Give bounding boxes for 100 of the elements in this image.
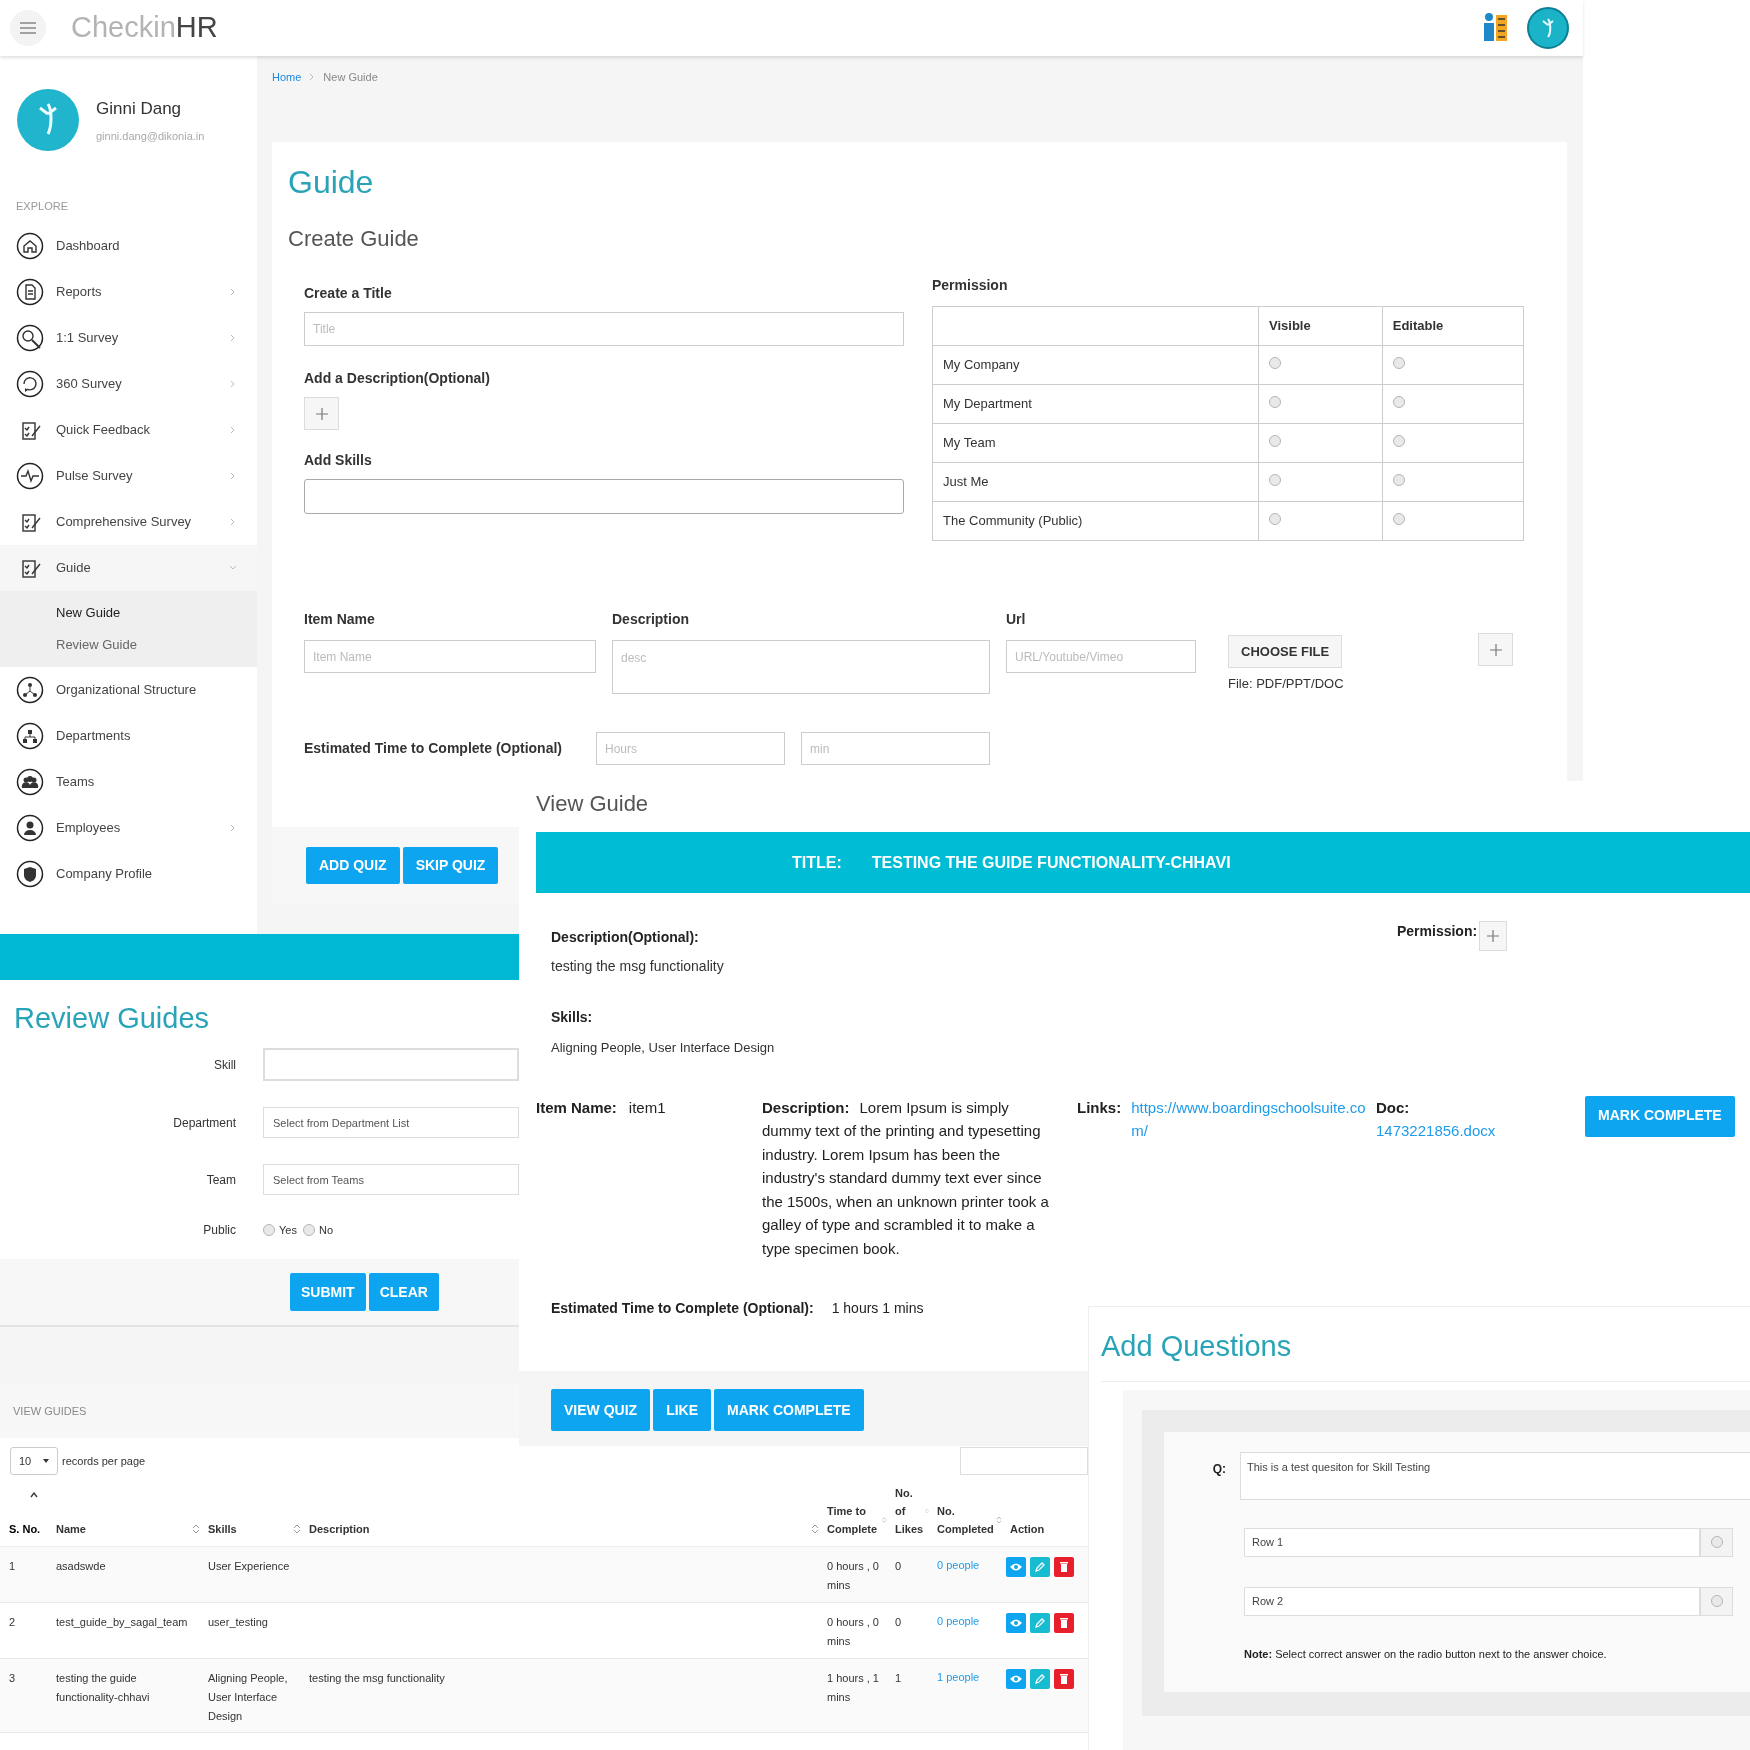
description-field[interactable]: desc — [612, 640, 990, 694]
minutes-field[interactable]: min — [801, 732, 990, 765]
sidebar-item[interactable]: Organizational Structure — [0, 666, 257, 713]
chevron-right-icon — [229, 471, 237, 480]
person-icon — [16, 813, 44, 842]
caret-down-icon — [43, 1459, 49, 1463]
item-name: item1 — [628, 1097, 666, 1118]
chevron-right-icon — [229, 287, 237, 296]
column-header[interactable]: Skills — [208, 1520, 237, 1538]
hours-field[interactable]: Hours — [596, 732, 785, 765]
column-header[interactable]: Description — [309, 1520, 370, 1538]
sidebar-label: Teams — [56, 772, 96, 791]
sidebar-item[interactable]: Pulse Survey — [0, 452, 257, 499]
delete-button[interactable] — [1054, 1613, 1074, 1633]
edit-button[interactable] — [1030, 1613, 1050, 1633]
guide-title: TESTING THE GUIDE FUNCTIONALITY-CHHAVI — [871, 852, 1231, 873]
add-button[interactable] — [1478, 633, 1513, 666]
edit-button[interactable] — [1030, 1669, 1050, 1689]
radio-button[interactable] — [1710, 1595, 1723, 1607]
column-header[interactable]: Time to Complete — [827, 1502, 881, 1538]
shield-icon — [16, 859, 44, 888]
table-cell: Aligning People, User Interface Design — [204, 1658, 305, 1733]
section-title: View Guide — [536, 790, 650, 818]
title-field[interactable]: Title — [304, 312, 904, 346]
url-field[interactable]: URL/Youtube/Vimeo — [1006, 640, 1196, 673]
avatar-icon — [1527, 7, 1569, 49]
sidebar-item[interactable]: Departments — [0, 712, 257, 759]
column-header[interactable]: Name — [56, 1520, 86, 1538]
answer-field[interactable]: Row 1 — [1244, 1527, 1700, 1557]
radio-button[interactable] — [1269, 396, 1281, 409]
column-header[interactable]: Action — [1010, 1520, 1045, 1538]
view-button[interactable] — [1006, 1613, 1026, 1633]
radio-button[interactable] — [1392, 474, 1405, 487]
sidebar-item[interactable]: Comprehensive Survey — [0, 498, 257, 545]
add-button[interactable] — [1479, 921, 1508, 951]
chevron-right-icon — [229, 823, 237, 832]
table-cell: 0 hours , 0 mins — [823, 1546, 891, 1603]
submenu-item[interactable]: Review Guide — [0, 628, 257, 661]
radio-button[interactable] — [1269, 513, 1281, 526]
trash-icon — [1060, 1562, 1068, 1572]
sidebar-item[interactable]: Reports — [0, 268, 257, 315]
sidebar-item[interactable]: Dashboard — [0, 222, 257, 269]
item-name-field[interactable]: Item Name — [304, 640, 596, 673]
page-title: Guide — [288, 163, 375, 202]
dropdown[interactable]: Select from Department List — [263, 1107, 519, 1139]
edit-button[interactable] — [1030, 1557, 1050, 1577]
field-label: Url — [1006, 610, 1027, 629]
trash-icon — [1060, 1618, 1068, 1628]
radio-button[interactable] — [1269, 357, 1281, 370]
radio-button[interactable] — [263, 1224, 275, 1237]
section-label: EXPLORE — [15, 199, 69, 214]
skills-field[interactable] — [304, 479, 904, 514]
table-cell: asadswde — [52, 1546, 204, 1603]
note-text: Note: Select correct answer on the radio button next to the answer choice. — [1244, 1646, 1608, 1662]
question-field[interactable]: This is a test quesiton for Skill Testing — [1240, 1451, 1750, 1500]
dropdown[interactable]: Select from Teams — [263, 1164, 519, 1196]
page-size-dropdown[interactable]: 10 — [10, 1447, 58, 1475]
sidebar-item[interactable]: Teams — [0, 758, 257, 805]
column-header[interactable]: No. of Likes — [895, 1484, 924, 1538]
answer-field[interactable]: Row 2 — [1244, 1586, 1700, 1616]
answer-radio[interactable] — [1700, 1527, 1733, 1557]
radio-button[interactable] — [302, 1224, 315, 1237]
sidebar-item[interactable]: Company Profile — [0, 850, 257, 897]
radio-button[interactable] — [1392, 357, 1405, 370]
submenu-item[interactable]: New Guide — [0, 596, 257, 629]
view-button[interactable] — [1006, 1669, 1026, 1689]
radio-button[interactable] — [1392, 513, 1405, 526]
column-header[interactable]: S. No. — [9, 1520, 41, 1538]
choose-file-button[interactable]: CHOOSE FILE — [1228, 635, 1343, 668]
title-label: TITLE: — [792, 852, 842, 873]
add-button[interactable] — [304, 397, 339, 430]
sidebar-item[interactable]: Employees — [0, 804, 257, 851]
radio-button[interactable] — [1710, 1536, 1723, 1548]
table-cell: The Community (Public) — [932, 501, 1259, 541]
sidebar-item[interactable]: 1:1 Survey — [0, 314, 257, 361]
time-value: 1 hours 1 mins — [831, 1299, 924, 1318]
table-cell: 0 — [891, 1546, 933, 1603]
table-cell: Just Me — [932, 462, 1259, 502]
radio-button[interactable] — [1392, 435, 1405, 448]
table-cell: 3 — [0, 1658, 52, 1733]
sidebar-item[interactable]: Guide — [0, 544, 257, 591]
magnifier-icon — [16, 323, 44, 352]
plus-icon — [315, 407, 328, 420]
sidebar-label: Quick Feedback — [56, 420, 151, 439]
menu-button[interactable] — [10, 10, 46, 46]
delete-button[interactable] — [1054, 1557, 1074, 1577]
field-label: Skills: — [551, 1008, 594, 1027]
skill-field[interactable] — [263, 1048, 519, 1082]
delete-button[interactable] — [1054, 1669, 1074, 1689]
sidebar-item[interactable]: 360 Survey — [0, 360, 257, 407]
sidebar-item[interactable]: Quick Feedback — [0, 406, 257, 453]
answer-radio[interactable] — [1700, 1586, 1733, 1616]
radio-button[interactable] — [1392, 396, 1405, 409]
field-label: Skill — [213, 1056, 237, 1074]
logo-text: Checkin — [71, 10, 176, 46]
column-header[interactable]: No. Completed — [937, 1502, 995, 1538]
search-field[interactable] — [960, 1447, 1088, 1475]
radio-button[interactable] — [1269, 435, 1281, 448]
radio-button[interactable] — [1269, 474, 1281, 487]
view-button[interactable] — [1006, 1557, 1026, 1577]
